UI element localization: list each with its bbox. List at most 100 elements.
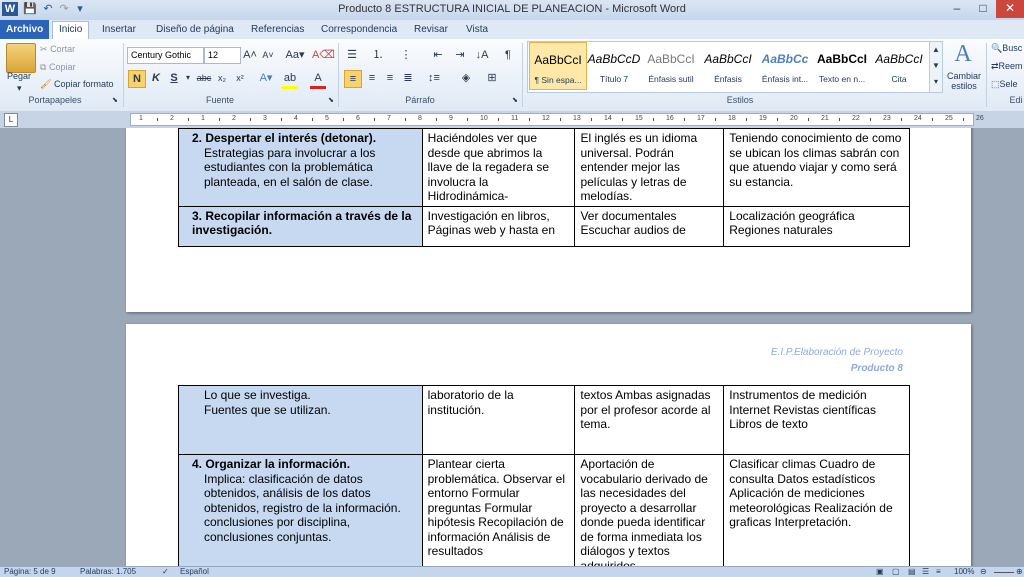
ruler-number: 26 [976, 115, 984, 122]
shrink-font-icon[interactable]: A˅ [260, 47, 276, 63]
table-cell[interactable]: 4. Organizar la información. Implica: cl… [178, 454, 423, 566]
style-titulo-7[interactable]: AaBbCcD Título 7 [586, 42, 642, 88]
change-styles-icon[interactable]: A [950, 41, 976, 67]
style-enfasis-intenso[interactable]: AaBbCc Énfasis int... [757, 42, 813, 88]
tab-diseno-pagina[interactable]: Diseño de página [150, 22, 240, 38]
tab-insertar[interactable]: Insertar [96, 22, 142, 38]
tab-referencias[interactable]: Referencias [245, 22, 310, 38]
multilevel-list-icon[interactable]: ⋮ [398, 47, 414, 63]
style-enfasis-sutil[interactable]: AaBbCcI Énfasis sutil [643, 42, 699, 88]
format-painter-button[interactable]: 🖌 Copiar formato [40, 79, 113, 90]
tab-inicio[interactable]: Inicio [52, 21, 90, 40]
sort-icon[interactable]: ↓A [474, 47, 490, 63]
table-cell[interactable]: laboratorio de la institución. [421, 385, 576, 455]
change-styles-button[interactable]: Cambiar estilos [946, 71, 982, 91]
clipboard-launcher-icon[interactable]: ⬊ [112, 96, 118, 104]
styles-scroll[interactable]: ▲ ▼ ▾ [929, 41, 943, 93]
maximize-button[interactable]: □ [970, 0, 996, 18]
font-name-combo[interactable]: Century Gothic [127, 47, 204, 64]
cell-text: Implica: clasificación de datos obtenido… [204, 471, 401, 544]
paste-button[interactable]: Pegar [7, 71, 31, 81]
paste-icon[interactable] [6, 43, 36, 73]
paragraph-launcher-icon[interactable]: ⬊ [512, 96, 518, 104]
row-title: 4. Organizar la información. [192, 457, 351, 471]
table-cell[interactable]: El inglés es un idioma universal. Podrán… [574, 128, 725, 207]
grow-font-icon[interactable]: A˄ [242, 47, 258, 63]
line-spacing-icon[interactable]: ↕≡ [426, 70, 442, 86]
strikethrough-icon[interactable]: abc [196, 70, 212, 86]
show-marks-icon[interactable]: ¶ [500, 47, 516, 63]
ruler-number: 3 [263, 115, 267, 122]
ruler-tick [187, 118, 189, 121]
clear-format-icon[interactable]: A⌫ [312, 47, 335, 63]
find-button[interactable]: 🔍Busc [991, 43, 1022, 54]
minimize-button[interactable]: – [944, 0, 970, 18]
bullets-icon[interactable]: ☰ [344, 47, 360, 63]
cell-text: Estrategias para involucrar a los estudi… [204, 145, 376, 189]
increase-indent-icon[interactable]: ⇥ [452, 47, 468, 63]
ruler-number: 9 [449, 115, 453, 122]
table-cell[interactable]: Aportación de vocabulario derivado de la… [574, 454, 725, 566]
style-cita[interactable]: AaBbCcI Cita [871, 42, 927, 88]
page: 2. Despertar el interés (detonar). Estra… [126, 128, 971, 312]
align-right-icon[interactable]: ≡ [382, 70, 398, 86]
separator [522, 43, 523, 107]
table-cell[interactable]: Clasificar climas Cuadro de consulta Dat… [723, 454, 910, 566]
borders-icon[interactable]: ⊞ [484, 70, 500, 86]
table-cell[interactable]: Teniendo conocimiento de como se ubican … [723, 128, 910, 207]
superscript-icon[interactable]: x² [232, 70, 248, 86]
table-cell[interactable]: textos Ambas asignadas por el profesor a… [574, 385, 725, 455]
justify-icon[interactable]: ≣ [400, 70, 416, 86]
font-color-icon[interactable]: A [310, 70, 326, 89]
ruler-tick [342, 118, 344, 121]
table-cell[interactable]: 2. Despertar el interés (detonar). Estra… [178, 128, 423, 207]
tab-archivo[interactable]: Archivo [0, 20, 50, 39]
align-center-icon[interactable]: ≡ [364, 70, 380, 86]
status-bar: Página: 5 de 9 Palabras: 1.705 ✓ Español… [0, 566, 1024, 577]
tab-correspondencia[interactable]: Correspondencia [315, 22, 403, 38]
decrease-indent-icon[interactable]: ⇤ [430, 47, 446, 63]
ruler-number: 25 [945, 115, 953, 122]
table-cell[interactable]: 3. Recopilar información a través de la … [178, 205, 423, 247]
zoom-slider[interactable] [994, 572, 1014, 573]
table-cell[interactable]: Plantear cierta problemática. Observar e… [421, 454, 576, 566]
italic-button[interactable]: K [148, 70, 164, 86]
table-cell[interactable]: Localización geográfica Regiones natural… [723, 205, 910, 247]
underline-dropdown-icon[interactable]: ▾ [180, 70, 196, 86]
copy-button[interactable]: ⧉ Copiar [40, 62, 75, 73]
table-cell[interactable]: Instrumentos de medición Internet Revist… [723, 385, 910, 455]
text-effects-icon[interactable]: A▾ [258, 70, 274, 86]
table-cell[interactable]: Lo que se investiga. Fuentes que se util… [178, 385, 423, 455]
replace-button[interactable]: ⇄Reem [991, 61, 1023, 72]
table-cell[interactable]: Ver documentales Escuchar audios de [574, 205, 725, 247]
font-size-combo[interactable]: 12 [204, 47, 241, 64]
highlight-icon[interactable]: ab [282, 70, 298, 89]
planning-table: Lo que se investiga. Fuentes que se util… [178, 385, 910, 566]
shading-icon[interactable]: ◈ [458, 70, 474, 86]
cut-button[interactable]: ✂ Cortar [40, 44, 75, 55]
horizontal-ruler[interactable]: 1 2 1 2 3 4 5 6 7 8 9 10 11 12 13 14 15 16 17 18 19 20 21 22 23 2… [130, 113, 984, 126]
table-cell[interactable]: Investigación en libros, Páginas web y h… [421, 205, 576, 247]
cut-icon: ✂ [40, 44, 48, 54]
bold-button[interactable]: N [128, 70, 146, 88]
ruler-number: 23 [883, 115, 891, 122]
numbering-icon[interactable]: ⒈ [370, 47, 386, 63]
table-cell[interactable]: Haciéndoles ver que desde que abrimos la… [421, 128, 576, 207]
ruler-number: 13 [573, 115, 581, 122]
font-launcher-icon[interactable]: ⬊ [328, 96, 334, 104]
select-button[interactable]: ⬚Sele [991, 79, 1018, 90]
ruler-number: 16 [666, 115, 674, 122]
ruler-number: 2 [170, 115, 174, 122]
tab-selector[interactable]: L [4, 113, 18, 127]
paste-dropdown-icon[interactable]: ▾ [17, 83, 22, 94]
ruler-tick [435, 118, 437, 121]
change-case-icon[interactable]: Aa▾ [284, 47, 306, 63]
tab-vista[interactable]: Vista [460, 22, 494, 38]
style-enfasis[interactable]: AaBbCcI Énfasis [700, 42, 756, 88]
style-texto-negrita[interactable]: AaBbCcI Texto en n... [814, 42, 870, 88]
align-left-icon[interactable]: ≡ [344, 70, 362, 88]
close-button[interactable]: ✕ [996, 0, 1024, 18]
tab-revisar[interactable]: Revisar [408, 22, 454, 38]
style-sin-espaciado[interactable]: AaBbCcI ¶ Sin espa... [529, 42, 587, 90]
subscript-icon[interactable]: x₂ [214, 70, 230, 86]
